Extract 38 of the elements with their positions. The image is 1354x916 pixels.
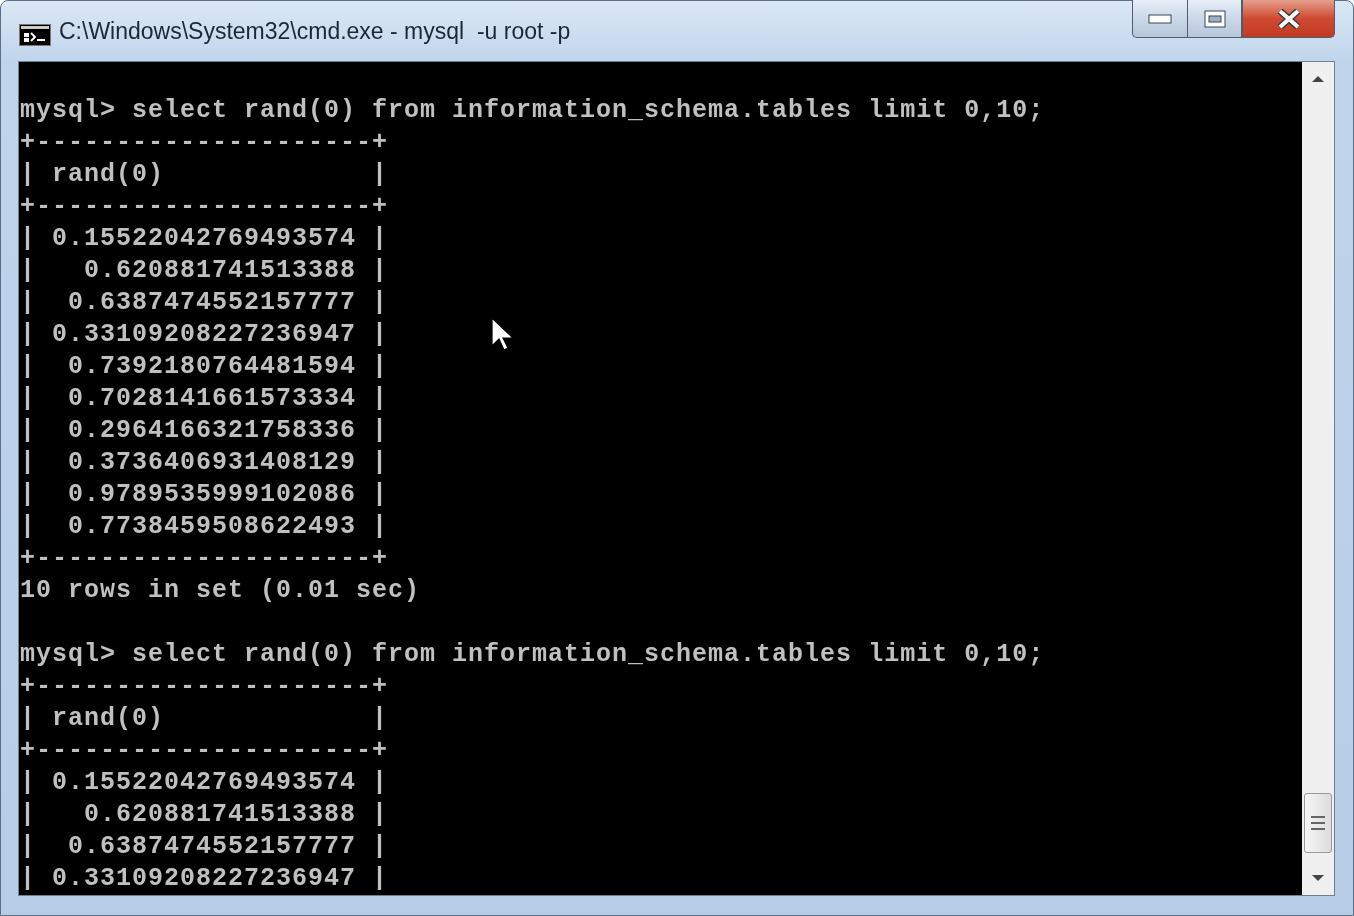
scroll-down-icon[interactable]	[1310, 873, 1326, 883]
command-line: mysql> select rand(0) from information_schema.tables limit 0,10;	[19, 95, 1045, 127]
output-line: +---------------------+	[19, 127, 389, 159]
maximize-icon	[1203, 9, 1226, 28]
output-line: | 0.33109208227236947 |	[19, 863, 389, 895]
output-line: | 0.9789535999102086 |	[19, 479, 389, 511]
scroll-up-icon[interactable]	[1310, 74, 1326, 84]
output-line: 10 rows in set (0.01 sec)	[19, 575, 421, 607]
output-line: | 0.15522042769493574 |	[19, 223, 389, 255]
close-icon	[1276, 8, 1301, 29]
close-button[interactable]	[1242, 0, 1335, 38]
output-line: | 0.7392180764481594 |	[19, 351, 389, 383]
output-line: | 0.620881741513388 |	[19, 799, 389, 831]
command-line: mysql> select rand(0) from information_schema.tables limit 0,10;	[19, 639, 1045, 671]
output-line: | 0.15522042769493574 |	[19, 767, 389, 799]
output-line: | 0.620881741513388 |	[19, 255, 389, 287]
output-line: | 0.2964166321758336 |	[19, 415, 389, 447]
output-line: +---------------------+	[19, 671, 389, 703]
output-line: | 0.6387474552157777 |	[19, 287, 389, 319]
output-line: | rand(0) |	[19, 159, 389, 191]
window-title: C:\Windows\System32\cmd.exe - mysql -u root -p	[59, 18, 571, 45]
output-line: | 0.6387474552157777 |	[19, 831, 389, 863]
vertical-scrollbar[interactable]	[1302, 62, 1334, 895]
output-line: +---------------------+	[19, 543, 389, 575]
minimize-icon	[1148, 13, 1172, 24]
output-line: +---------------------+	[19, 191, 389, 223]
output-line: | 0.7028141661573334 |	[19, 383, 389, 415]
mouse-pointer-icon	[491, 317, 513, 353]
scrollbar-thumb[interactable]	[1304, 793, 1332, 853]
grip-icon	[1310, 814, 1326, 832]
minimize-button[interactable]	[1132, 0, 1187, 38]
output-line: | 0.3736406931408129 |	[19, 447, 389, 479]
console-app-icon	[19, 24, 51, 46]
output-line: +---------------------+	[19, 735, 389, 767]
output-line: | 0.33109208227236947 |	[19, 319, 389, 351]
output-line: | 0.7738459508622493 |	[19, 511, 389, 543]
output-line: | rand(0) |	[19, 703, 389, 735]
maximize-button[interactable]	[1187, 0, 1242, 38]
